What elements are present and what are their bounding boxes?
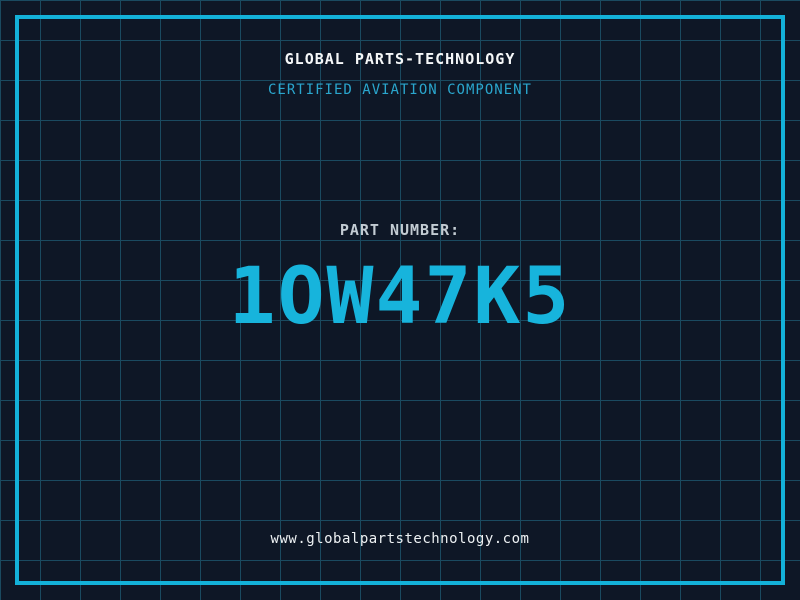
part-certificate-label: GLOBAL PARTS-TECHNOLOGY CERTIFIED AVIATI…: [0, 0, 800, 600]
part-number-label: PART NUMBER:: [339, 221, 461, 239]
part-number-value: 1OW47K5: [228, 252, 572, 342]
website-url: www.globalpartstechnology.com: [270, 531, 530, 547]
company-name: GLOBAL PARTS-TECHNOLOGY: [284, 50, 516, 68]
certification-tagline: CERTIFIED AVIATION COMPONENT: [267, 82, 532, 98]
